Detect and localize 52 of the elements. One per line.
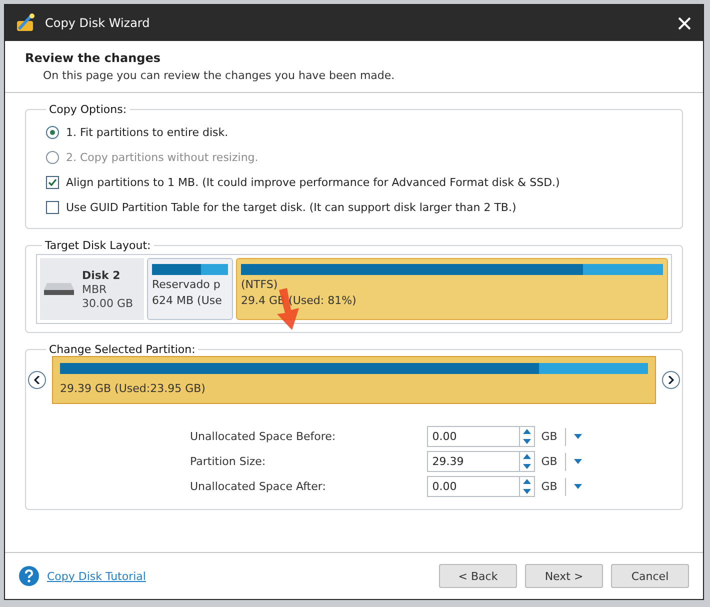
partition-size: 29.39 GB (Used:23.95 GB): [60, 382, 206, 395]
number-field[interactable]: 29.39: [427, 451, 520, 472]
partition-name: Reservado p: [152, 278, 220, 291]
close-button[interactable]: [676, 16, 693, 30]
field-label: Unallocated Space After:: [190, 480, 327, 493]
group-label: Target Disk Layout:: [44, 239, 152, 252]
number-field[interactable]: 0.00: [427, 426, 520, 447]
radio-button[interactable]: [46, 126, 59, 139]
group-label: Copy Options:: [48, 103, 128, 116]
help-icon[interactable]: [19, 566, 39, 586]
group-label: Change Selected Partition:: [48, 343, 196, 356]
option-label: 1. Fit partitions to entire disk.: [66, 126, 228, 139]
disk-type: MBR: [82, 282, 108, 296]
wand-icon: [15, 13, 37, 33]
number-field[interactable]: 0.00: [427, 476, 520, 497]
unit-label: GB: [541, 480, 558, 493]
chevron-right-icon: [668, 376, 674, 384]
field-label: Partition Size:: [190, 455, 267, 468]
unit-label: GB: [541, 455, 558, 468]
unit-dropdown[interactable]: [574, 459, 582, 464]
up-arrow-icon: [523, 429, 532, 434]
partition-size: 624 MB (Use: [152, 294, 222, 307]
unit-label: GB: [541, 430, 558, 443]
hard-drive-icon: [44, 282, 74, 296]
wizard-button[interactable]: Next >: [525, 564, 603, 588]
disk-name: Disk 2: [82, 268, 122, 282]
down-arrow-icon: [523, 488, 532, 494]
chevron-left-icon: [34, 376, 40, 384]
page-title: Review the changes: [25, 51, 162, 65]
up-arrow-icon: [523, 479, 532, 484]
checkbox[interactable]: [46, 201, 59, 214]
unit-dropdown[interactable]: [574, 434, 582, 439]
field-label: Unallocated Space Before:: [190, 430, 337, 443]
wizard-button[interactable]: < Back: [439, 564, 517, 588]
tutorial-link[interactable]: Copy Disk Tutorial: [47, 570, 431, 582]
partition-name: (NTFS): [241, 278, 278, 291]
down-arrow-icon: [523, 438, 532, 444]
option-label: Align partitions to 1 MB. (It could improve performance for Advanced Format disk & SSD.): [66, 176, 560, 189]
option-label: 2. Copy partitions without resizing.: [66, 151, 258, 164]
wizard-button[interactable]: Cancel: [611, 564, 689, 588]
up-arrow-icon: [523, 454, 532, 460]
option-label: Use GUID Partition Table for the target disk. (It can support disk larger than 2 TB.): [66, 201, 516, 214]
partition-block[interactable]: Reservado p 624 MB (Use: [147, 258, 233, 320]
partition-block[interactable]: 29.39 GB (Used:23.95 GB): [52, 356, 656, 404]
page-subtitle: On this page you can review the changes you have been made.: [42, 69, 396, 82]
down-arrow-icon: [523, 464, 532, 469]
window-title: Copy Disk Wizard: [45, 16, 151, 30]
unit-dropdown[interactable]: [574, 484, 582, 489]
checkbox[interactable]: [46, 176, 59, 189]
disk-size: 30.00 GB: [82, 296, 134, 310]
next-button[interactable]: [662, 371, 680, 389]
previous-button[interactable]: [28, 371, 46, 389]
